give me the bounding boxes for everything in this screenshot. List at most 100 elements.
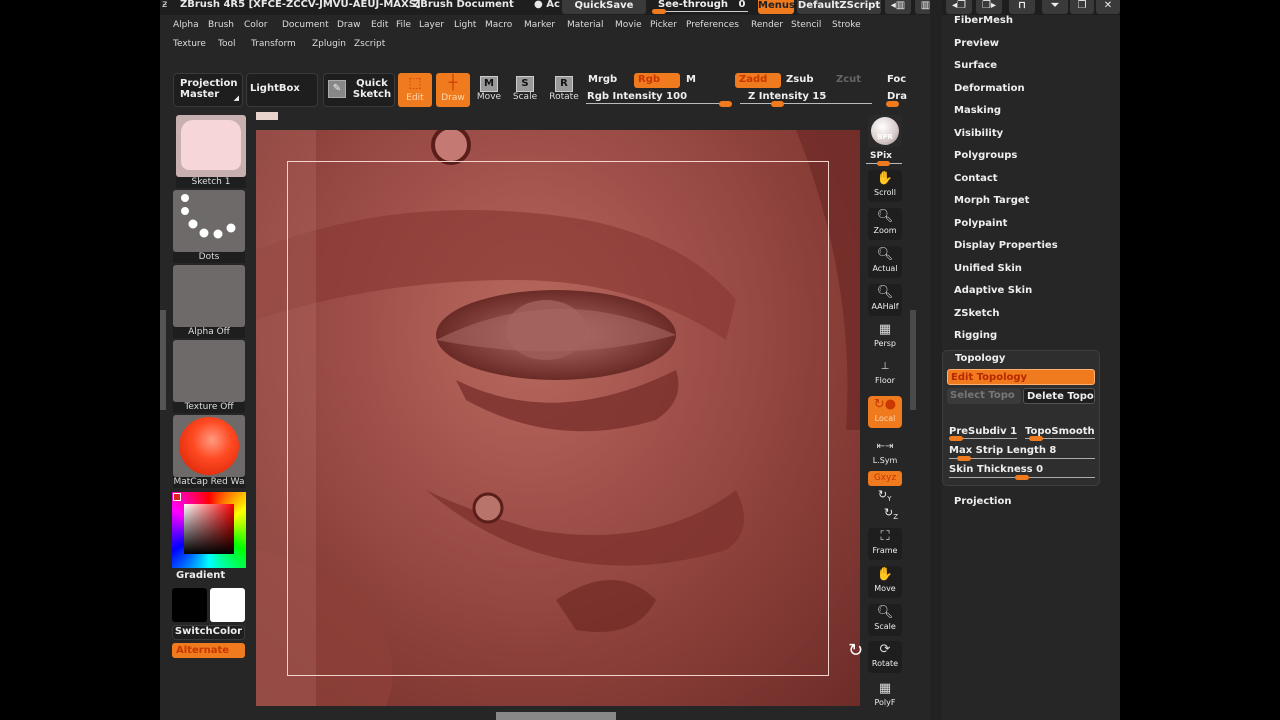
m-toggle[interactable]: M xyxy=(682,73,728,88)
menu-stencil[interactable]: Stencil xyxy=(791,20,821,30)
subpalette-zsketch[interactable]: ZSketch xyxy=(954,308,999,319)
menu-alpha[interactable]: Alpha xyxy=(173,20,199,30)
delete-topo-button[interactable]: Delete Topo xyxy=(1023,388,1095,404)
rgb-intensity-knob[interactable] xyxy=(719,101,732,107)
color-picker[interactable] xyxy=(172,492,246,568)
actual-button[interactable]: 🔍︎ Actual xyxy=(868,246,902,278)
move-view-button[interactable]: ✋ Move xyxy=(868,566,902,598)
rotate-gizmo-icon[interactable]: ↻ xyxy=(848,640,863,661)
stroke-thumbnail[interactable] xyxy=(176,115,246,177)
rotate-xyz-button[interactable]: Gxyz xyxy=(868,471,902,486)
z-intensity-track[interactable] xyxy=(740,103,872,104)
bpr-button[interactable]: BPR xyxy=(868,115,902,147)
local-button[interactable]: ↻● Local xyxy=(868,396,902,428)
subpalette-masking[interactable]: Masking xyxy=(954,105,1001,116)
zsub-toggle[interactable]: Zsub xyxy=(782,73,828,88)
close-icon[interactable]: ✕ xyxy=(1096,0,1120,14)
subpalette-morph-target[interactable]: Morph Target xyxy=(954,195,1029,206)
subpalette-visibility[interactable]: Visibility xyxy=(954,128,1003,139)
mrgb-toggle[interactable]: Mrgb xyxy=(584,73,628,88)
menu-zplugin[interactable]: Zplugin xyxy=(312,39,346,49)
menu-light[interactable]: Light xyxy=(454,20,476,30)
draw-size-knob[interactable] xyxy=(886,101,899,107)
scale-tool-button[interactable]: S Scale xyxy=(510,76,540,102)
scale-view-button[interactable]: 🔍︎ Scale xyxy=(868,604,902,636)
see-through-knob[interactable] xyxy=(652,9,666,14)
toposmooth-knob[interactable] xyxy=(1029,436,1043,441)
presubdiv-knob[interactable] xyxy=(949,436,963,441)
subpalette-polypaint[interactable]: Polypaint xyxy=(954,218,1007,229)
right-tray-handle[interactable] xyxy=(910,310,916,410)
topology-title[interactable]: Topology xyxy=(955,353,1005,364)
rgb-toggle[interactable]: Rgb xyxy=(634,73,680,88)
alpha-thumbnail[interactable] xyxy=(173,265,245,327)
subpalette-unified-skin[interactable]: Unified Skin xyxy=(954,263,1022,274)
aahalf-button[interactable]: 🔍︎ AAHalf xyxy=(868,284,902,316)
lock-icon[interactable]: ⊓ xyxy=(1009,0,1035,14)
skin-thickness-knob[interactable] xyxy=(1015,475,1029,480)
menu-layer[interactable]: Layer xyxy=(419,20,444,30)
rotate-tool-button[interactable]: R Rotate xyxy=(548,76,580,102)
minimize-icon[interactable]: ⏷ xyxy=(1042,0,1068,14)
prev-layout-icon[interactable]: ◂❐ xyxy=(946,0,972,14)
quicksave-button[interactable]: QuickSave xyxy=(562,0,646,14)
menu-edit[interactable]: Edit xyxy=(371,20,388,30)
subpalette-projection[interactable]: Projection xyxy=(954,496,1011,507)
menu-tool[interactable]: Tool xyxy=(218,39,235,49)
frame-button[interactable]: ⛶ Frame xyxy=(868,528,902,560)
default-zscript-button[interactable]: DefaultZScript xyxy=(797,0,881,14)
draw-mode-button[interactable]: ┼ Draw xyxy=(436,73,470,107)
floor-button[interactable]: ⊥ Floor xyxy=(868,358,902,390)
spix-knob[interactable] xyxy=(877,161,890,166)
menus-button[interactable]: Menus xyxy=(758,0,795,14)
rotate-view-button[interactable]: ⟳ Rotate xyxy=(868,641,902,673)
alpha-dots-thumbnail[interactable] xyxy=(173,190,245,252)
subpalette-display-properties[interactable]: Display Properties xyxy=(954,240,1058,251)
bottom-tray-handle[interactable] xyxy=(496,712,616,720)
quick-sketch-button[interactable]: ✎ Quick Sketch xyxy=(323,73,395,107)
subpalette-fibermesh[interactable]: FiberMesh xyxy=(954,15,1013,26)
polyf-button[interactable]: ▦ PolyF xyxy=(868,680,902,712)
menu-material[interactable]: Material xyxy=(567,20,604,30)
menu-picker[interactable]: Picker xyxy=(650,20,677,30)
gradient-toggle[interactable]: Gradient xyxy=(176,570,225,581)
edit-topology-button[interactable]: Edit Topology xyxy=(947,369,1095,385)
alternate-button[interactable]: Alternate xyxy=(172,643,245,658)
restore-icon[interactable]: ❐ xyxy=(1070,0,1094,14)
color-saturation-square[interactable] xyxy=(184,504,234,554)
scroll-left-icon[interactable]: ◂▥ xyxy=(885,0,911,14)
next-layout-icon[interactable]: ❐▸ xyxy=(976,0,1002,14)
menu-brush[interactable]: Brush xyxy=(208,20,234,30)
move-tool-button[interactable]: M Move xyxy=(474,76,504,102)
subpalette-surface[interactable]: Surface xyxy=(954,60,997,71)
canvas-viewport[interactable] xyxy=(256,130,860,706)
rotate-y-button[interactable]: ↻Y xyxy=(878,488,892,503)
subpalette-polygroups[interactable]: Polygroups xyxy=(954,150,1017,161)
lightbox-button[interactable]: LightBox xyxy=(246,73,318,107)
subpalette-adaptive-skin[interactable]: Adaptive Skin xyxy=(954,285,1032,296)
menu-zscript[interactable]: Zscript xyxy=(354,39,385,49)
zadd-toggle[interactable]: Zadd xyxy=(735,73,781,88)
switch-color-button[interactable]: SwitchColor xyxy=(172,625,245,640)
menu-movie[interactable]: Movie xyxy=(615,20,642,30)
focal-shift-slider[interactable]: Foc xyxy=(883,73,909,88)
see-through-slider[interactable]: See-through 0 xyxy=(650,0,750,15)
menu-macro[interactable]: Macro xyxy=(485,20,512,30)
projection-master-button[interactable]: Projection Master ◢ xyxy=(173,73,243,107)
persp-button[interactable]: ▦ Persp xyxy=(868,321,902,353)
texture-thumbnail[interactable] xyxy=(173,340,245,402)
secondary-color-swatch[interactable] xyxy=(210,588,245,622)
menu-draw[interactable]: Draw xyxy=(337,20,361,30)
document-tab[interactable] xyxy=(256,112,278,120)
subpalette-rigging[interactable]: Rigging xyxy=(954,330,997,341)
max-strip-length-knob[interactable] xyxy=(957,456,971,461)
menu-color[interactable]: Color xyxy=(244,20,268,30)
menu-marker[interactable]: Marker xyxy=(524,20,555,30)
rgb-intensity-track[interactable] xyxy=(586,103,732,104)
left-tray-handle[interactable] xyxy=(160,310,166,410)
scroll-button[interactable]: ✋ Scroll xyxy=(868,170,902,202)
menu-texture[interactable]: Texture xyxy=(173,39,206,49)
main-color-swatch[interactable] xyxy=(172,588,207,622)
select-topo-button[interactable]: Select Topo xyxy=(947,388,1021,404)
zoom-button[interactable]: 🔍︎ Zoom xyxy=(868,208,902,240)
